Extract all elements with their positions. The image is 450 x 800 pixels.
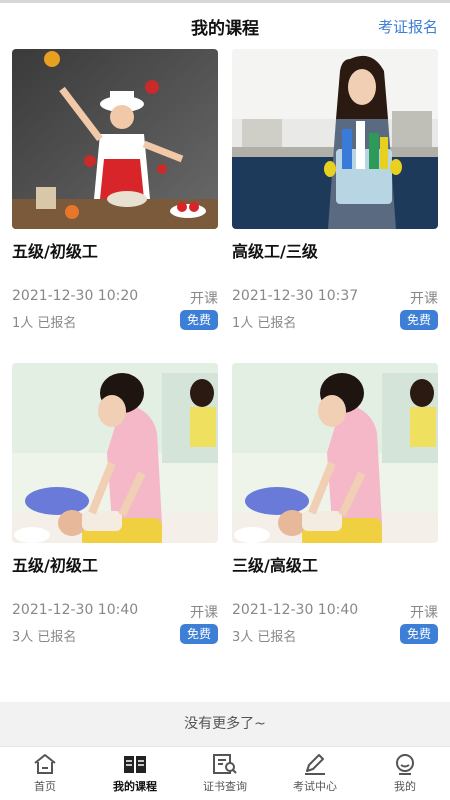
course-enrolled: 3人 已报名	[12, 630, 77, 645]
bottom-tab-bar: 首页 我的课程 证书查询 考试中心 我的	[0, 746, 450, 800]
tab-label: 我的	[394, 780, 416, 793]
tab-label: 首页	[34, 780, 56, 793]
course-enrolled: 1人 已报名	[232, 316, 297, 331]
free-badge: 免费	[180, 310, 218, 330]
course-status: 开课	[410, 605, 438, 621]
app-header: 我的课程 考证报名	[0, 3, 450, 46]
free-badge: 免费	[400, 310, 438, 330]
course-card[interactable]: 五级/初级工 2021-12-30 10:20 开课 1人 已报名 免费	[12, 49, 218, 331]
course-image-chef	[12, 49, 218, 229]
course-card[interactable]: 高级工/三级 2021-12-30 10:37 开课 1人 已报名 免费	[232, 49, 438, 331]
tab-label: 我的课程	[113, 780, 157, 793]
course-time: 2021-12-30 10:37	[232, 288, 359, 304]
home-icon	[34, 754, 56, 774]
course-status: 开课	[410, 291, 438, 307]
profile-icon	[396, 754, 414, 775]
course-name: 三级/高级工	[232, 556, 318, 575]
tab-exam-center[interactable]: 考试中心	[270, 747, 360, 800]
course-card[interactable]: 五级/初级工 2021-12-30 10:40 开课 3人 已报名 免费	[12, 363, 218, 645]
course-time: 2021-12-30 10:40	[232, 602, 359, 618]
no-more-text: 没有更多了~	[0, 702, 450, 746]
tab-label: 考试中心	[293, 780, 337, 793]
pencil-icon	[305, 754, 325, 775]
certificate-search-icon	[213, 754, 237, 774]
course-time: 2021-12-30 10:40	[12, 602, 139, 618]
tab-home[interactable]: 首页	[0, 747, 90, 800]
book-icon	[124, 756, 146, 773]
exam-registration-link[interactable]: 考证报名	[378, 16, 438, 37]
course-enrolled: 1人 已报名	[12, 316, 77, 331]
course-enrolled: 3人 已报名	[232, 630, 297, 645]
course-status: 开课	[190, 605, 218, 621]
course-image-cleaner	[232, 49, 438, 229]
tab-certificate-search[interactable]: 证书查询	[180, 747, 270, 800]
tab-label: 证书查询	[203, 780, 247, 793]
free-badge: 免费	[180, 624, 218, 644]
course-name: 高级工/三级	[232, 242, 318, 261]
course-image-baby-care	[12, 363, 218, 543]
tab-profile[interactable]: 我的	[360, 747, 450, 800]
course-name: 五级/初级工	[12, 242, 98, 261]
free-badge: 免费	[400, 624, 438, 644]
course-name: 五级/初级工	[12, 556, 98, 575]
course-card[interactable]: 三级/高级工 2021-12-30 10:40 开课 3人 已报名 免费	[232, 363, 438, 645]
course-image-baby-care	[232, 363, 438, 543]
tab-my-courses[interactable]: 我的课程	[90, 747, 180, 800]
course-time: 2021-12-30 10:20	[12, 288, 139, 304]
course-status: 开课	[190, 291, 218, 307]
